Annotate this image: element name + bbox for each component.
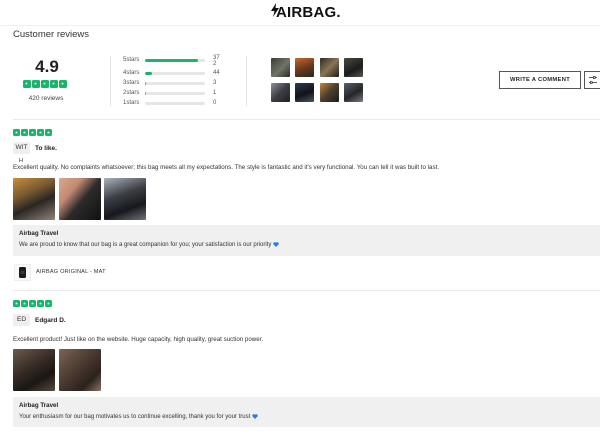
- star-icon: [29, 300, 36, 307]
- reply-text-line: Your enthusiasm for our bag motivates us…: [19, 414, 258, 420]
- heart-icon: [252, 414, 258, 419]
- star-icon: [13, 300, 20, 307]
- section-divider: [13, 119, 600, 120]
- page-title: Customer reviews: [13, 29, 90, 40]
- review-count: 420 reviews: [28, 95, 64, 102]
- brand-logo[interactable]: AIRBAG.: [276, 4, 341, 21]
- star-icon: [50, 80, 58, 88]
- reply-text: We are proud to know that our bag is a g…: [19, 242, 272, 249]
- distribution-bar-fill: [145, 71, 152, 75]
- review-photo[interactable]: [13, 349, 55, 391]
- distribution-count: 1: [213, 90, 217, 96]
- header-divider: [0, 25, 600, 26]
- review-text: Excellent product! Just like on the webs…: [13, 336, 264, 343]
- gallery-photo[interactable]: [320, 58, 339, 77]
- distribution-count: 0: [213, 100, 217, 106]
- gallery-photo[interactable]: [271, 83, 290, 102]
- product-link[interactable]: AIRBAG ORIGINAL - MAT: [36, 269, 106, 275]
- brand-reply: Airbag Travel We are proud to know that …: [13, 225, 600, 256]
- distribution-count: 3: [213, 80, 217, 86]
- review-rating-stars: [13, 129, 52, 136]
- section-divider: [13, 290, 600, 291]
- brand-reply: Airbag Travel Your enthusiasm for our ba…: [13, 397, 600, 427]
- backpack-icon: [19, 267, 26, 278]
- star-icon: [37, 129, 44, 136]
- reply-text: Your enthusiasm for our bag motivates us…: [19, 414, 251, 421]
- reply-author: Airbag Travel: [19, 230, 59, 237]
- gallery-photo[interactable]: [295, 83, 314, 102]
- review-photo[interactable]: [59, 349, 101, 391]
- distribution-bar-fill: [145, 81, 146, 85]
- review-text: Excellent quality. No complaints whatsoe…: [13, 164, 440, 171]
- star-icon: [29, 129, 36, 136]
- star-icon: [45, 129, 52, 136]
- star-icon: [45, 300, 52, 307]
- write-comment-button[interactable]: WRITE A COMMENT: [499, 71, 581, 89]
- star-icon: [32, 80, 40, 88]
- distribution-row-1[interactable]: 1stars: [123, 98, 205, 108]
- star-icon: [59, 80, 67, 88]
- reviewer-name: Edgard D.: [35, 317, 66, 324]
- review-photo[interactable]: [59, 178, 101, 220]
- distribution-bar-fill: [145, 58, 198, 62]
- distribution-bar: [145, 81, 205, 85]
- distribution-count: 44: [213, 70, 220, 76]
- star-icon: [21, 300, 28, 307]
- summary-rating-stars: [23, 80, 67, 88]
- review-photo[interactable]: [104, 178, 146, 220]
- gallery-photo[interactable]: [344, 58, 363, 77]
- summary-divider: [110, 56, 111, 106]
- star-icon: [37, 300, 44, 307]
- star-icon: [13, 129, 20, 136]
- brand-header: AIRBAG.: [0, 0, 600, 26]
- distribution-bar: [145, 58, 205, 62]
- filter-button[interactable]: [584, 71, 600, 89]
- gallery-photo[interactable]: [344, 83, 363, 102]
- star-icon: [21, 129, 28, 136]
- gallery-divider: [246, 56, 247, 106]
- reviewer-name: To like.: [35, 145, 57, 152]
- heart-icon: [273, 242, 280, 247]
- distribution-label: 5stars: [123, 57, 140, 63]
- reviewer-avatar: ED: [13, 314, 30, 326]
- distribution-bar: [145, 71, 205, 75]
- distribution-bar: [145, 101, 205, 105]
- review-rating-stars: [13, 300, 52, 307]
- reply-author: Airbag Travel: [19, 402, 59, 409]
- distribution-row-3[interactable]: 3stars: [123, 78, 205, 88]
- distribution-label: 1stars: [123, 100, 140, 106]
- distribution-row-5[interactable]: 5stars: [123, 55, 205, 65]
- distribution-label: 2stars: [123, 90, 140, 96]
- reply-text-line: We are proud to know that our bag is a g…: [19, 242, 280, 249]
- distribution-bar: [145, 91, 205, 95]
- gallery-photo[interactable]: [271, 58, 290, 77]
- average-score: 4.9: [35, 57, 59, 76]
- gallery-photo[interactable]: [295, 58, 314, 77]
- distribution-row-2[interactable]: 2stars: [123, 88, 205, 98]
- distribution-row-4[interactable]: 4stars: [123, 68, 205, 78]
- star-icon: [41, 80, 49, 88]
- star-icon: [23, 80, 31, 88]
- product-thumbnail[interactable]: [14, 264, 31, 281]
- sliders-icon: [589, 75, 597, 85]
- distribution-label: 4stars: [123, 70, 140, 76]
- distribution-count-secondary: 2: [213, 61, 217, 67]
- distribution-label: 3stars: [123, 80, 140, 86]
- reviewer-avatar: WIT: [13, 142, 30, 154]
- review-photo[interactable]: [13, 178, 55, 220]
- gallery-photo[interactable]: [320, 83, 339, 102]
